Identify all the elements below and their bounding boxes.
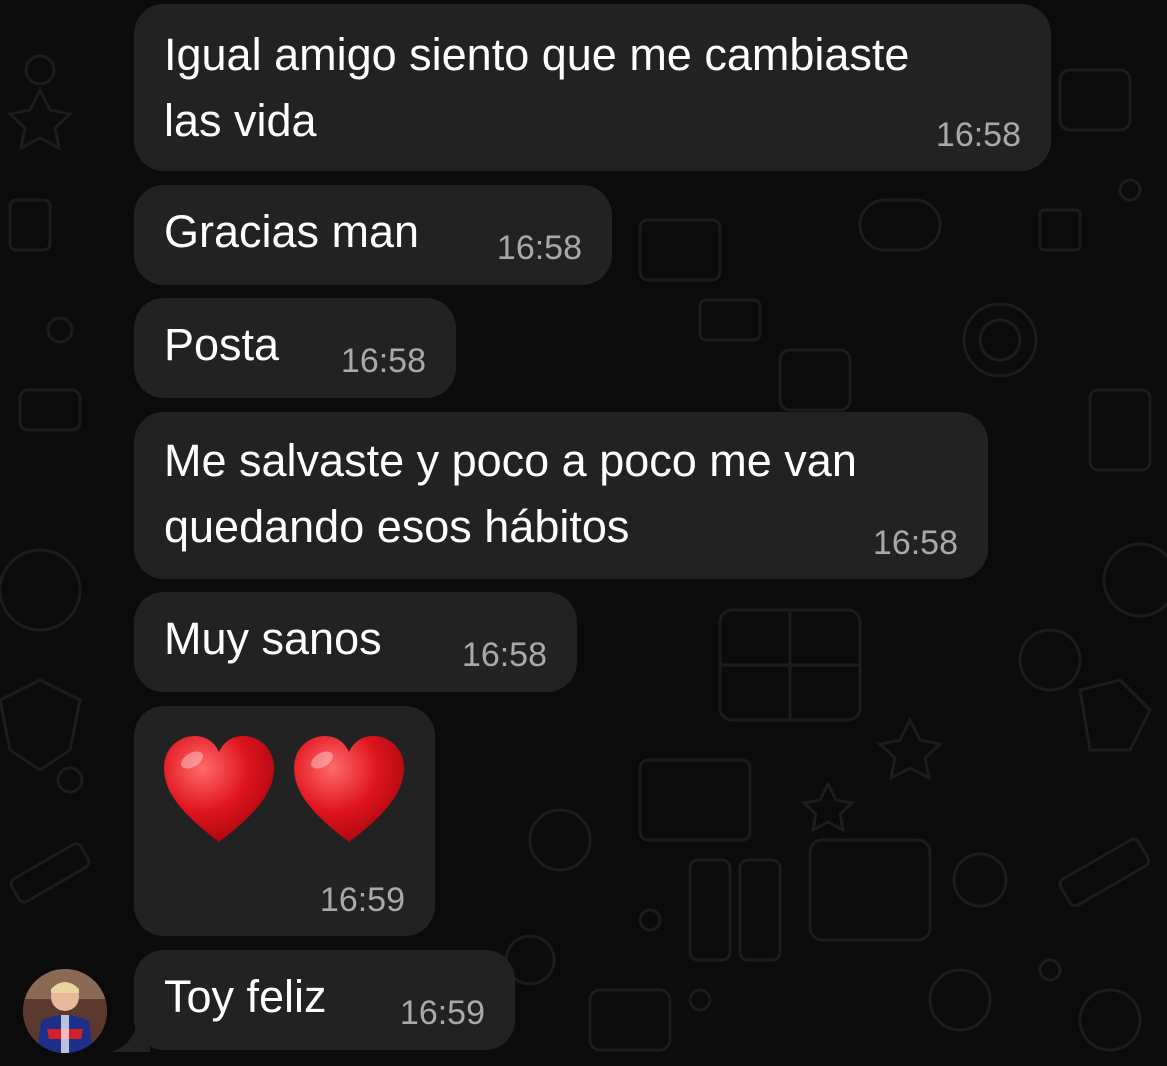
message-text-line: las vida: [164, 95, 317, 146]
message-text: Posta: [164, 319, 280, 370]
message-text: Gracias man: [164, 206, 420, 257]
message-timestamp: 16:58: [872, 524, 958, 562]
message-timestamp: 16:59: [399, 994, 485, 1032]
message-timestamp: 16:58: [935, 116, 1021, 154]
message-text-line: Me salvaste y poco a poco me van: [164, 435, 857, 486]
bubble-tail: [110, 1018, 150, 1052]
message-timestamp: 16:58: [461, 636, 547, 674]
sender-avatar[interactable]: [23, 969, 107, 1053]
heart-emoji-pair: [164, 736, 404, 842]
message-bubble[interactable]: Igual amigo siento que me cambiaste las …: [134, 4, 1051, 171]
message-bubble[interactable]: Muy sanos 16:58: [134, 592, 577, 692]
message-text-line: quedando esos hábitos: [164, 501, 630, 552]
message-bubble[interactable]: Toy feliz 16:59: [134, 950, 515, 1050]
heart-icon: [294, 736, 404, 842]
heart-icon: [164, 736, 274, 842]
message-bubble[interactable]: Gracias man 16:58: [134, 185, 612, 285]
message-text: Toy feliz: [164, 971, 327, 1022]
message-bubble[interactable]: Posta 16:58: [134, 298, 456, 398]
message-timestamp: 16:59: [319, 881, 405, 919]
avatar-photo: [23, 969, 107, 1053]
message-text: Muy sanos: [164, 613, 382, 664]
message-timestamp: 16:58: [340, 342, 426, 380]
message-bubble[interactable]: Me salvaste y poco a poco me van quedand…: [134, 412, 988, 579]
message-text-line: Igual amigo siento que me cambiaste: [164, 29, 910, 80]
message-bubble[interactable]: 16:59: [134, 706, 435, 936]
message-timestamp: 16:58: [496, 229, 582, 267]
